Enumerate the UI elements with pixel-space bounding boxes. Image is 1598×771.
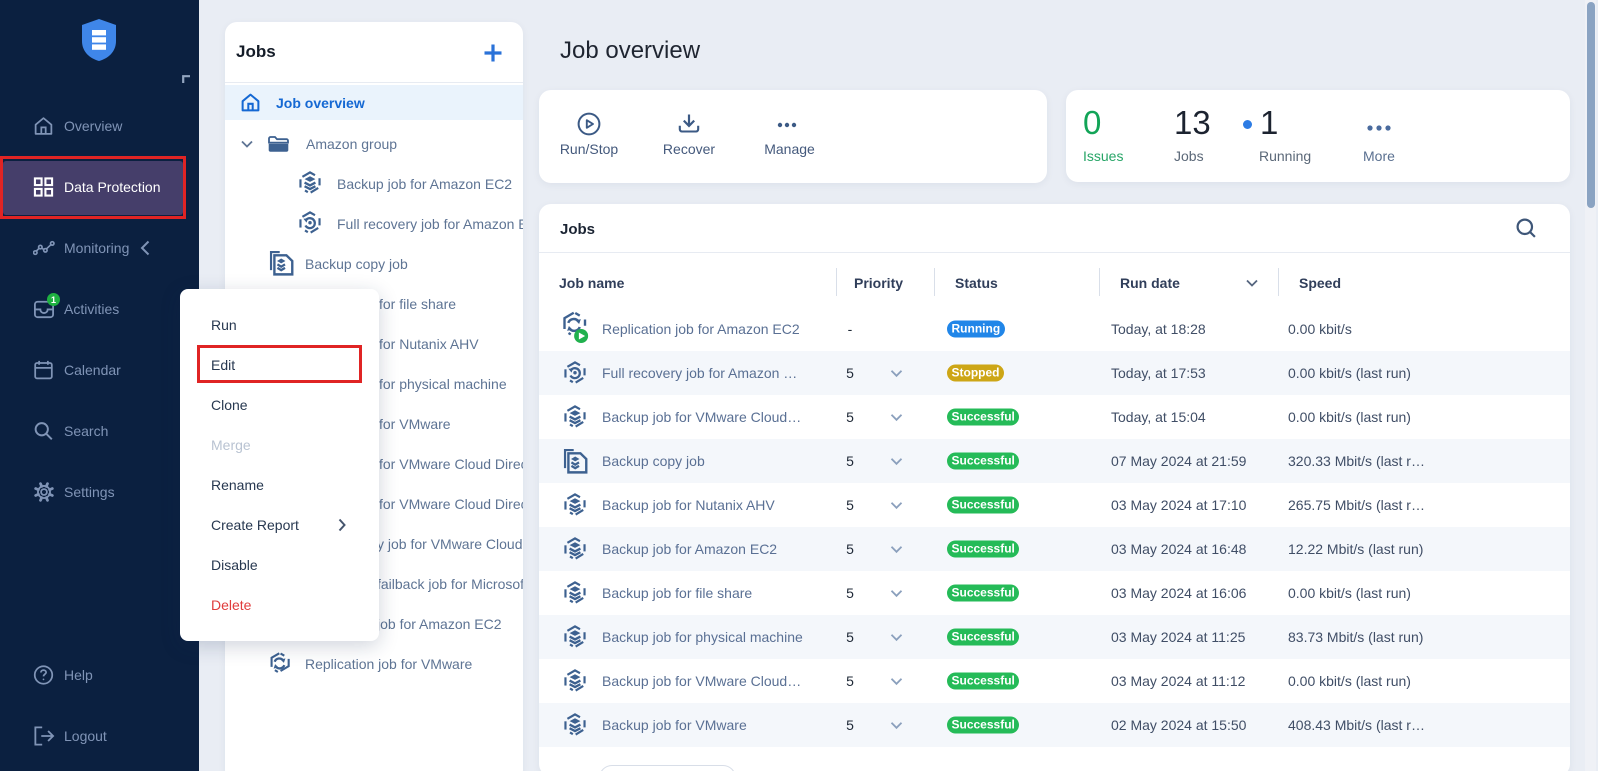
svg-text:1: 1 xyxy=(51,295,56,305)
